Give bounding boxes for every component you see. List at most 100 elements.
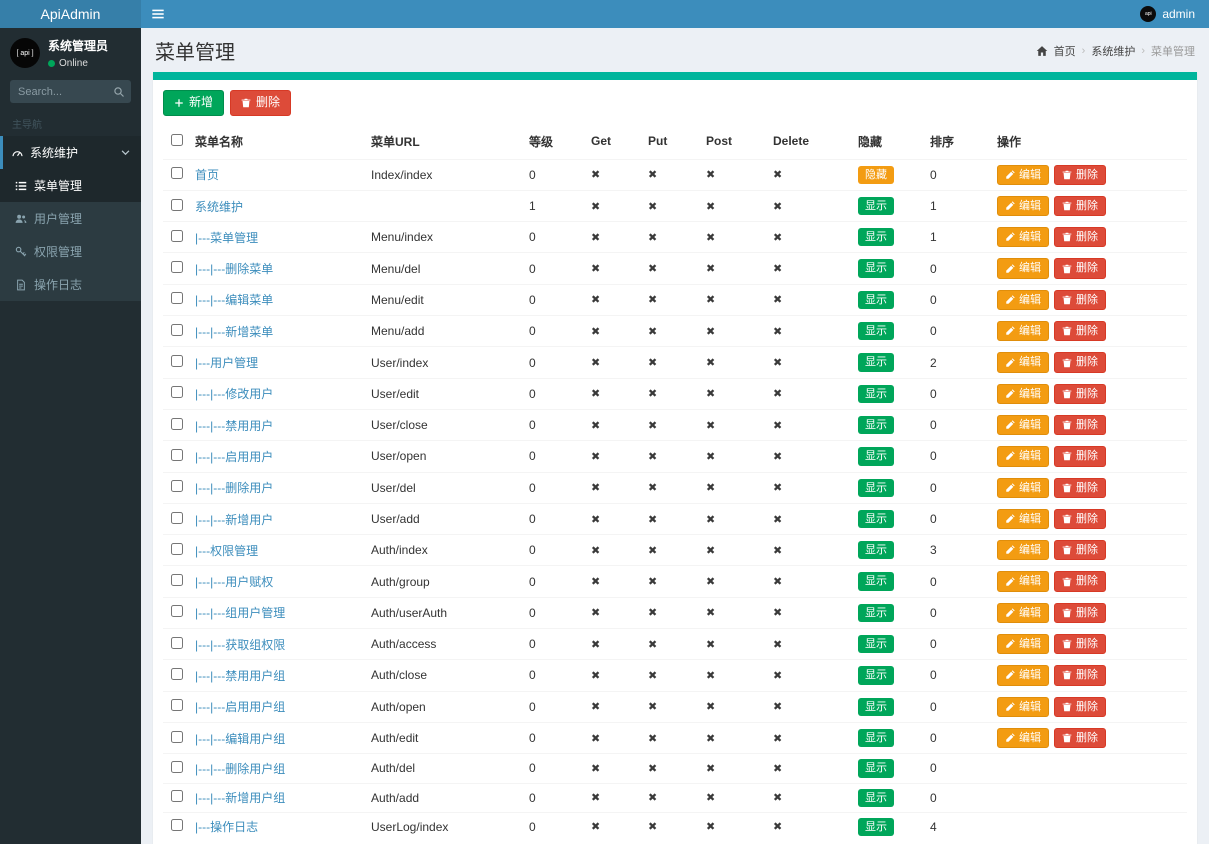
- visibility-badge[interactable]: 显示: [858, 604, 894, 622]
- menu-name-link[interactable]: |---|---禁用用户组: [195, 669, 285, 683]
- bulk-delete-button[interactable]: 删除: [230, 90, 291, 116]
- row-checkbox[interactable]: [171, 324, 183, 336]
- row-checkbox[interactable]: [171, 449, 183, 461]
- visibility-badge[interactable]: 显示: [858, 789, 894, 807]
- sidebar-toggle-button[interactable]: [141, 0, 175, 28]
- menu-name-link[interactable]: |---|---编辑用户组: [195, 732, 285, 746]
- row-checkbox[interactable]: [171, 574, 183, 586]
- row-checkbox[interactable]: [171, 699, 183, 711]
- delete-button[interactable]: 删除: [1054, 540, 1106, 560]
- edit-button[interactable]: 编辑: [997, 165, 1049, 185]
- menu-name-link[interactable]: |---|---新增用户: [195, 513, 273, 527]
- delete-button[interactable]: 删除: [1054, 509, 1106, 529]
- row-checkbox[interactable]: [171, 355, 183, 367]
- sidebar-item[interactable]: 权限管理: [0, 235, 141, 268]
- menu-name-link[interactable]: |---|---修改用户: [195, 387, 273, 401]
- menu-name-link[interactable]: |---|---启用用户组: [195, 700, 285, 714]
- visibility-badge[interactable]: 显示: [858, 353, 894, 371]
- delete-button[interactable]: 删除: [1054, 571, 1106, 591]
- menu-name-link[interactable]: |---|---获取组权限: [195, 638, 285, 652]
- edit-button[interactable]: 编辑: [997, 227, 1049, 247]
- row-checkbox[interactable]: [171, 543, 183, 555]
- visibility-badge[interactable]: 显示: [858, 416, 894, 434]
- menu-name-link[interactable]: |---|---组用户管理: [195, 606, 285, 620]
- row-checkbox[interactable]: [171, 512, 183, 524]
- visibility-badge[interactable]: 显示: [858, 385, 894, 403]
- brand-logo[interactable]: ApiAdmin: [0, 0, 141, 28]
- menu-name-link[interactable]: |---用户管理: [195, 356, 258, 370]
- edit-button[interactable]: 编辑: [997, 478, 1049, 498]
- edit-button[interactable]: 编辑: [997, 634, 1049, 654]
- edit-button[interactable]: 编辑: [997, 446, 1049, 466]
- row-checkbox[interactable]: [171, 167, 183, 179]
- delete-button[interactable]: 删除: [1054, 352, 1106, 372]
- search-input[interactable]: [10, 80, 106, 103]
- edit-button[interactable]: 编辑: [997, 697, 1049, 717]
- menu-name-link[interactable]: |---权限管理: [195, 544, 258, 558]
- delete-button[interactable]: 删除: [1054, 665, 1106, 685]
- delete-button[interactable]: 删除: [1054, 258, 1106, 278]
- edit-button[interactable]: 编辑: [997, 352, 1049, 372]
- edit-button[interactable]: 编辑: [997, 665, 1049, 685]
- edit-button[interactable]: 编辑: [997, 415, 1049, 435]
- row-checkbox[interactable]: [171, 418, 183, 430]
- menu-name-link[interactable]: |---|---删除菜单: [195, 262, 273, 276]
- visibility-badge[interactable]: 显示: [858, 635, 894, 653]
- visibility-badge[interactable]: 显示: [858, 759, 894, 777]
- visibility-badge[interactable]: 显示: [858, 572, 894, 590]
- visibility-badge[interactable]: 显示: [858, 698, 894, 716]
- edit-button[interactable]: 编辑: [997, 258, 1049, 278]
- delete-button[interactable]: 删除: [1054, 478, 1106, 498]
- menu-name-link[interactable]: |---|---删除用户: [195, 481, 273, 495]
- menu-name-link[interactable]: |---操作日志: [195, 820, 258, 834]
- menu-name-link[interactable]: 系统维护: [195, 200, 243, 214]
- visibility-badge[interactable]: 显示: [858, 479, 894, 497]
- row-checkbox[interactable]: [171, 386, 183, 398]
- menu-name-link[interactable]: |---|---新增菜单: [195, 325, 273, 339]
- sidebar-item[interactable]: 用户管理: [0, 202, 141, 235]
- row-checkbox[interactable]: [171, 261, 183, 273]
- edit-button[interactable]: 编辑: [997, 728, 1049, 748]
- visibility-badge[interactable]: 隐藏: [858, 166, 894, 184]
- row-checkbox[interactable]: [171, 605, 183, 617]
- menu-name-link[interactable]: |---|---编辑菜单: [195, 293, 273, 307]
- delete-button[interactable]: 删除: [1054, 196, 1106, 216]
- visibility-badge[interactable]: 显示: [858, 729, 894, 747]
- row-checkbox[interactable]: [171, 761, 183, 773]
- breadcrumb-item[interactable]: 系统维护: [1091, 43, 1135, 59]
- row-checkbox[interactable]: [171, 731, 183, 743]
- visibility-badge[interactable]: 显示: [858, 259, 894, 277]
- row-checkbox[interactable]: [171, 637, 183, 649]
- delete-button[interactable]: 删除: [1054, 384, 1106, 404]
- visibility-badge[interactable]: 显示: [858, 541, 894, 559]
- delete-button[interactable]: 删除: [1054, 290, 1106, 310]
- sidebar-item[interactable]: 操作日志: [0, 268, 141, 301]
- edit-button[interactable]: 编辑: [997, 509, 1049, 529]
- visibility-badge[interactable]: 显示: [858, 818, 894, 836]
- delete-button[interactable]: 删除: [1054, 634, 1106, 654]
- menu-name-link[interactable]: |---|---用户赋权: [195, 575, 273, 589]
- visibility-badge[interactable]: 显示: [858, 666, 894, 684]
- online-status[interactable]: Online: [48, 58, 108, 69]
- sidebar-item[interactable]: 菜单管理: [0, 169, 141, 202]
- delete-button[interactable]: 删除: [1054, 603, 1106, 623]
- edit-button[interactable]: 编辑: [997, 290, 1049, 310]
- row-checkbox[interactable]: [171, 819, 183, 831]
- row-checkbox[interactable]: [171, 480, 183, 492]
- visibility-badge[interactable]: 显示: [858, 291, 894, 309]
- edit-button[interactable]: 编辑: [997, 196, 1049, 216]
- edit-button[interactable]: 编辑: [997, 384, 1049, 404]
- search-button[interactable]: [106, 80, 131, 103]
- breadcrumb-item[interactable]: 首页: [1054, 43, 1076, 59]
- edit-button[interactable]: 编辑: [997, 571, 1049, 591]
- visibility-badge[interactable]: 显示: [858, 510, 894, 528]
- row-checkbox[interactable]: [171, 199, 183, 211]
- visibility-badge[interactable]: 显示: [858, 322, 894, 340]
- delete-button[interactable]: 删除: [1054, 728, 1106, 748]
- row-checkbox[interactable]: [171, 790, 183, 802]
- sidebar-item-system-maintenance[interactable]: 系统维护: [0, 136, 141, 169]
- delete-button[interactable]: 删除: [1054, 227, 1106, 247]
- delete-button[interactable]: 删除: [1054, 446, 1106, 466]
- user-menu[interactable]: api admin: [1126, 0, 1209, 28]
- delete-button[interactable]: 删除: [1054, 165, 1106, 185]
